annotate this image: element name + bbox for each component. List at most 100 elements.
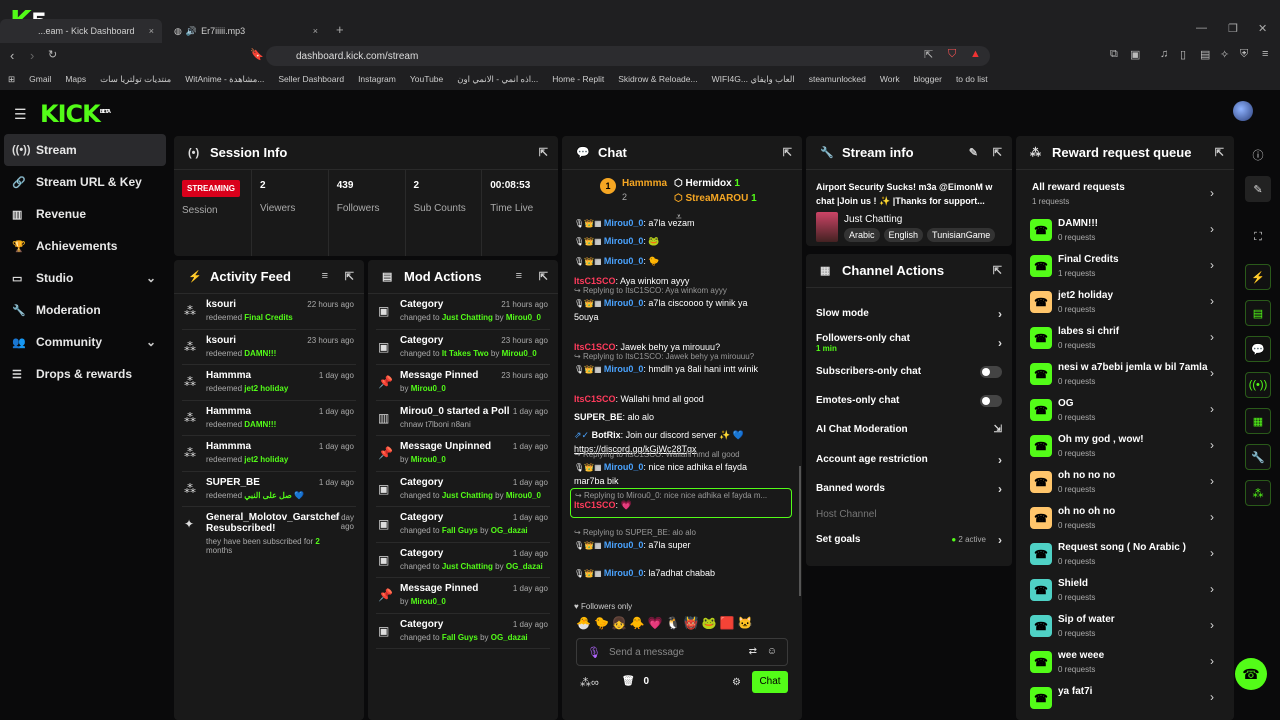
reward-item[interactable]: ☎ oh no oh no 0 requests ›	[1030, 502, 1220, 538]
reward-item[interactable]: ☎ Sip of water 0 requests ›	[1030, 610, 1220, 646]
ai-moderation-row[interactable]: AI Chat Moderation ⇲	[816, 415, 1002, 444]
sidebar-item-moderation[interactable]: 🔧 Moderation	[0, 294, 170, 326]
info-icon[interactable]: ⓘ	[1245, 142, 1271, 168]
set-goals-row[interactable]: Set goals ● 2 active ›	[816, 525, 1002, 554]
emote-row[interactable]: 🐣🐤👧🐥💗🐧👹🐸🟥🐱	[576, 616, 755, 630]
leo-icon[interactable]: ✧	[1220, 48, 1229, 61]
sidebar-item-revenue[interactable]: ▥ Revenue	[0, 198, 170, 230]
translate-icon[interactable]: ⇄	[749, 646, 757, 657]
points-icon[interactable]: ⁂∞	[580, 676, 599, 689]
bookmark-item[interactable]: Gmail	[29, 74, 51, 84]
reward-item[interactable]: ☎ labes si chrif 0 requests ›	[1030, 322, 1220, 358]
sidebar-item-stream[interactable]: ((•)) Stream	[4, 134, 166, 166]
bookmark-folder[interactable]: blogger	[914, 74, 942, 84]
bookmark-item[interactable]: Seller Dashboard	[278, 74, 344, 84]
wrench-icon[interactable]: 🔧	[1245, 444, 1271, 470]
sidebar-item-drops[interactable]: ☰ Drops & rewards	[0, 358, 170, 390]
slow-mode-row[interactable]: Slow mode ›	[816, 299, 1002, 328]
bookmark-item[interactable]: Instagram	[358, 74, 396, 84]
extensions-icon[interactable]: ⧉	[1110, 48, 1118, 61]
hamburger-icon[interactable]: ☰	[14, 106, 27, 123]
sidebar-icon[interactable]: ▯	[1180, 48, 1186, 61]
bookmark-item[interactable]: Skidrow & Reloade...	[618, 74, 697, 84]
subscribers-only-row[interactable]: Subscribers-only chat	[816, 357, 1002, 386]
avatar[interactable]	[1233, 101, 1253, 121]
tag[interactable]: English	[883, 228, 924, 242]
reward-item[interactable]: ☎ DAMN!!! 0 requests ›	[1030, 214, 1220, 250]
banned-words-row[interactable]: Banned words ›	[816, 474, 1002, 503]
tab-mp3[interactable]: ◍ 🔊 Er7iiiii.mp3 ×	[166, 19, 326, 43]
popout-icon[interactable]: ⇱	[345, 270, 354, 283]
popout-icon[interactable]: ⇱	[993, 264, 1002, 277]
close-tab-icon[interactable]: ×	[149, 26, 154, 36]
bookmark-item[interactable]: منتديات تولتريا سات	[100, 74, 171, 85]
share-icon[interactable]: ⇱	[924, 48, 933, 61]
sidebar-item-achievements[interactable]: 🏆 Achievements	[0, 230, 170, 262]
reward-item[interactable]: ☎ Shield 0 requests ›	[1030, 574, 1220, 610]
bolt-icon[interactable]: ⚡	[1245, 264, 1271, 290]
edit-icon[interactable]: ✎	[1245, 176, 1271, 202]
emoji-icon[interactable]: ☺	[767, 646, 777, 657]
bookmark-item[interactable]: WIFI4G... العاب وايفاي	[712, 74, 795, 85]
bookmark-folder[interactable]: to do list	[956, 74, 988, 84]
toggle[interactable]	[980, 394, 1002, 407]
vpn-icon[interactable]: ⛨	[1240, 48, 1248, 61]
popout-icon[interactable]: ⇱	[993, 146, 1002, 159]
wallet-icon[interactable]: ▤	[1200, 48, 1210, 61]
message-input[interactable]: 🎙 Send a message ⇄ ☺	[576, 638, 788, 666]
reward-item[interactable]: ☎ ya fat7i ›	[1030, 682, 1220, 718]
account-age-row[interactable]: Account age restriction ›	[816, 445, 1002, 474]
maximize-icon[interactable]: ❐	[1228, 22, 1238, 35]
sidebar-item-studio[interactable]: ▭ Studio ⌄	[0, 262, 170, 294]
brave-rewards-icon[interactable]: ▲	[970, 48, 981, 60]
bookmark-folder[interactable]: Work	[880, 74, 900, 84]
reload-icon[interactable]: ↻	[48, 48, 57, 61]
screenshot-icon[interactable]: ▣	[1130, 48, 1140, 61]
new-tab-button[interactable]: +	[336, 22, 344, 37]
bookmark-item[interactable]: Home - Replit	[552, 74, 604, 84]
reward-item[interactable]: ☎ nesi w a7bebi jemla w bil 7amla 0 reques…	[1030, 358, 1220, 394]
document-icon[interactable]: ▤	[1245, 300, 1271, 326]
tag[interactable]: Arabic	[844, 228, 880, 242]
bookmark-item[interactable]: WitAnime - مشاهدة...	[185, 74, 264, 85]
tab-kick-dashboard[interactable]: ...eam - Kick Dashboard ×	[0, 19, 162, 43]
filter-icon[interactable]: ≡	[516, 270, 522, 282]
channel-icon[interactable]: ▦	[1245, 408, 1271, 434]
sidebar-item-stream-url[interactable]: 🔗 Stream URL & Key	[0, 166, 170, 198]
forward-icon[interactable]: ›	[30, 48, 34, 63]
bookmark-icon[interactable]: 🔖	[250, 48, 264, 61]
broadcast-icon[interactable]: ((•))	[1245, 372, 1271, 398]
back-icon[interactable]: ‹	[10, 48, 14, 63]
reward-item[interactable]: ☎ oh no no no 0 requests ›	[1030, 466, 1220, 502]
tag[interactable]: TunisianGame	[927, 228, 996, 242]
bookmark-item[interactable]: steamunlocked	[809, 74, 866, 84]
popout-icon[interactable]: ⇱	[539, 146, 548, 159]
popout-icon[interactable]: ⇱	[539, 270, 548, 283]
filter-icon[interactable]: ≡	[322, 270, 328, 282]
reward-item[interactable]: ☎ OG 0 requests ›	[1030, 394, 1220, 430]
reward-item[interactable]: ☎ Request song ( No Arabic ) 0 requests ›	[1030, 538, 1220, 574]
popout-icon[interactable]: ⇱	[783, 146, 792, 159]
support-chat-button[interactable]: ☎	[1235, 658, 1267, 690]
reward-item[interactable]: ☎ Oh my god , wow! 0 requests ›	[1030, 430, 1220, 466]
bookmark-item[interactable]: Maps	[65, 74, 86, 84]
kick-logo[interactable]: KICKBETA	[40, 100, 111, 128]
chat-icon[interactable]: 💬	[1245, 336, 1271, 362]
toggle[interactable]	[980, 365, 1002, 378]
minimize-icon[interactable]: —	[1196, 22, 1207, 34]
reward-item[interactable]: ☎ jet2 holiday 0 requests ›	[1030, 286, 1220, 322]
fullscreen-icon[interactable]: ⛶	[1245, 224, 1271, 250]
bookmark-item[interactable]: اذه انمي - الانمي اون...	[457, 74, 538, 85]
close-window-icon[interactable]: ✕	[1258, 22, 1267, 35]
menu-icon[interactable]: ≡	[1262, 48, 1268, 60]
bookmark-item[interactable]: YouTube	[410, 74, 443, 84]
all-rewards-row[interactable]: All reward requests 1 requests ›	[1030, 178, 1220, 214]
send-chat-button[interactable]: Chat	[752, 671, 788, 693]
emotes-only-row[interactable]: Emotes-only chat	[816, 386, 1002, 415]
sidebar-item-community[interactable]: 👥 Community ⌄	[0, 326, 170, 358]
edit-icon[interactable]: ✎	[969, 146, 978, 159]
url-input[interactable]: dashboard.kick.com/stream	[266, 46, 990, 66]
reward-icon[interactable]: ⁂	[1245, 480, 1271, 506]
reward-item[interactable]: ☎ wee weee 0 requests ›	[1030, 646, 1220, 682]
followers-only-row[interactable]: Followers-only chat 1 min ›	[816, 328, 1002, 357]
